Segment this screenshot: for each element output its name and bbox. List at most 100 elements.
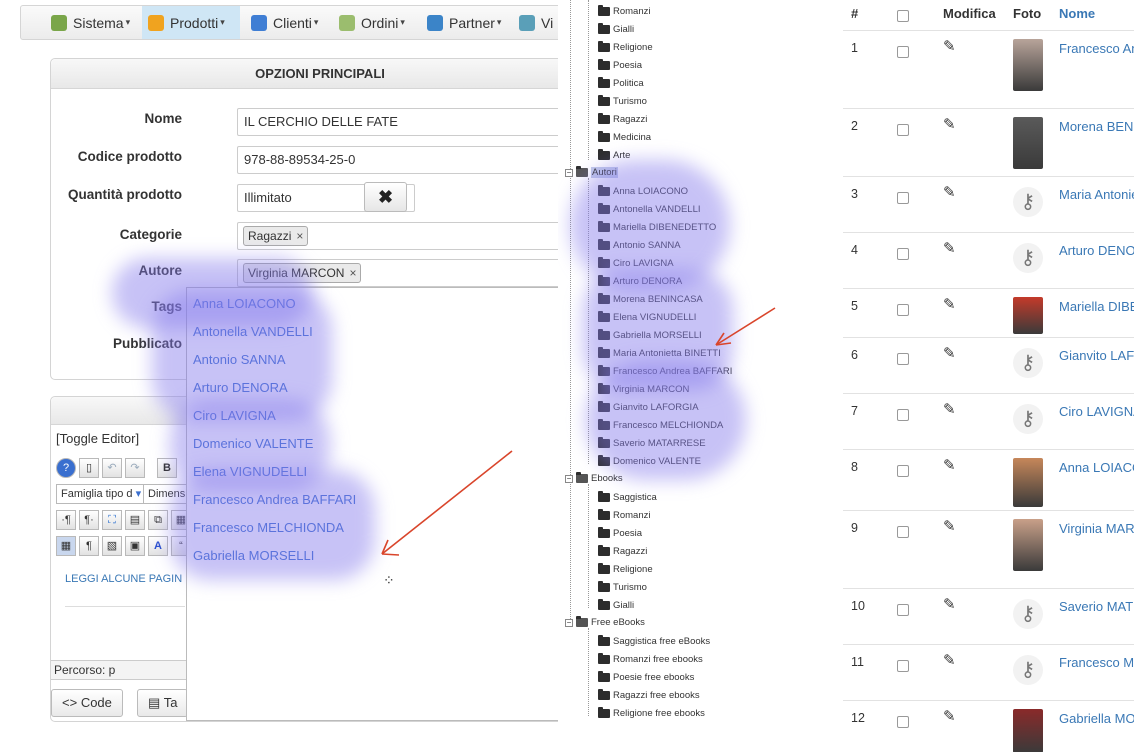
row-checkbox[interactable] xyxy=(897,526,909,538)
tree-node-author[interactable]: Antonella VANDELLI xyxy=(598,203,701,216)
tree-node-author[interactable]: Gabriella MORSELLI xyxy=(598,329,702,342)
row-checkbox[interactable] xyxy=(897,304,909,316)
author-name-link[interactable]: Saverio MAT xyxy=(1059,599,1133,614)
rtl-icon[interactable]: ¶· xyxy=(79,510,99,530)
edit-pencil-icon[interactable]: ✎ xyxy=(943,651,956,669)
edit-pencil-icon[interactable]: ✎ xyxy=(943,37,956,55)
menu-partner[interactable]: Partner ▾ xyxy=(421,6,507,39)
tree-node-author[interactable]: Saverio MATARRESE xyxy=(598,437,706,450)
dropdown-item[interactable]: Anna LOIACONO xyxy=(193,296,296,311)
row-checkbox[interactable] xyxy=(897,716,909,728)
edit-pencil-icon[interactable]: ✎ xyxy=(943,239,956,257)
tree-node[interactable]: Romanzi xyxy=(598,5,651,18)
dropdown-item[interactable]: Ciro LAVIGNA xyxy=(193,408,276,423)
toggle-editor-link[interactable]: [Toggle Editor] xyxy=(56,431,139,446)
clear-quantity-button[interactable]: ✖ xyxy=(364,182,407,212)
nome-input[interactable]: IL CERCHIO DELLE FATE xyxy=(237,108,558,136)
author-name-link[interactable]: Maria Antonie xyxy=(1059,187,1134,202)
row-checkbox[interactable] xyxy=(897,660,909,672)
row-checkbox[interactable] xyxy=(897,124,909,136)
menu-prodotti[interactable]: Prodotti ▾ xyxy=(142,6,240,39)
tree-node-author[interactable]: Arturo DENORA xyxy=(598,275,682,288)
remove-tag-icon[interactable]: × xyxy=(349,266,356,280)
author-name-link[interactable]: Anna LOIACO xyxy=(1059,460,1134,475)
tree-node-author[interactable]: Elena VIGNUDELLI xyxy=(598,311,696,324)
code-icon[interactable]: ⧉ xyxy=(148,510,168,530)
dropdown-item[interactable]: Francesco Andrea BAFFARI xyxy=(193,492,356,507)
text-color-icon[interactable]: A xyxy=(148,536,168,556)
fullscreen-icon[interactable]: ⛶ xyxy=(102,510,122,530)
tree-node[interactable]: Saggistica free eBooks xyxy=(598,635,710,648)
tree-node[interactable]: Religione free ebooks xyxy=(598,707,705,720)
tree-node[interactable]: Ragazzi xyxy=(598,113,647,126)
tree-node[interactable]: Romanzi free ebooks xyxy=(598,653,703,666)
tree-node-author[interactable]: Gianvito LAFORGIA xyxy=(598,401,699,414)
tree-node-author[interactable]: Morena BENINCASA xyxy=(598,293,703,306)
tree-node-author[interactable]: Maria Antonietta BINETTI xyxy=(598,347,721,360)
remove-tag-icon[interactable]: × xyxy=(296,229,303,243)
table-button[interactable]: ▤ Ta xyxy=(137,689,189,717)
tree-node-author[interactable]: Anna LOIACONO xyxy=(598,185,688,198)
new-document-icon[interactable]: ▯ xyxy=(79,458,99,478)
edit-pencil-icon[interactable]: ✎ xyxy=(943,295,956,313)
menu-clienti[interactable]: Clienti ▾ xyxy=(245,6,324,39)
tree-node[interactable]: Politica xyxy=(598,77,644,90)
row-checkbox[interactable] xyxy=(897,465,909,477)
dropdown-item[interactable]: Antonio SANNA xyxy=(193,352,286,367)
tree-node[interactable]: Arte xyxy=(598,149,630,162)
edit-pencil-icon[interactable]: ✎ xyxy=(943,183,956,201)
edit-pencil-icon[interactable]: ✎ xyxy=(943,400,956,418)
tree-node[interactable]: Medicina xyxy=(598,131,651,144)
edit-pencil-icon[interactable]: ✎ xyxy=(943,595,956,613)
visual-aid-icon[interactable]: ▦ xyxy=(56,536,76,556)
codice-input[interactable]: 978-88-89534-25-0 xyxy=(237,146,558,174)
edit-pencil-icon[interactable]: ✎ xyxy=(943,115,956,133)
collapse-toggle-icon[interactable]: − xyxy=(565,618,573,627)
tree-node-author[interactable]: Francesco Andrea BAFFARI xyxy=(598,365,732,378)
tree-node[interactable]: Turismo xyxy=(598,95,647,108)
author-name-link[interactable]: Gianvito LAF xyxy=(1059,348,1134,363)
tree-node-autori[interactable]: − Autori xyxy=(565,166,618,179)
tree-node-author[interactable]: Antonio SANNA xyxy=(598,239,681,252)
tree-node-author[interactable]: Mariella DIBENEDETTO xyxy=(598,221,716,234)
row-checkbox[interactable] xyxy=(897,353,909,365)
tree-node-author[interactable]: Ciro LAVIGNA xyxy=(598,257,674,270)
dropdown-item[interactable]: Antonella VANDELLI xyxy=(193,324,313,339)
font-family-select[interactable]: Famiglia tipo d ▾ xyxy=(56,484,146,504)
col-nome[interactable]: Nome xyxy=(1059,6,1095,21)
edit-pencil-icon[interactable]: ✎ xyxy=(943,517,956,535)
edit-pencil-icon[interactable]: ✎ xyxy=(943,344,956,362)
tree-node[interactable]: Gialli xyxy=(598,23,634,36)
tree-node[interactable]: Poesia xyxy=(598,527,642,540)
menu-ordini[interactable]: Ordini ▾ xyxy=(333,6,411,39)
tree-node[interactable]: Poesie free ebooks xyxy=(598,671,694,684)
code-button[interactable]: <> Code xyxy=(51,689,123,717)
menu-sistema[interactable]: Sistema ▾ xyxy=(45,6,136,39)
help-icon[interactable]: ? xyxy=(56,458,76,478)
author-name-link[interactable]: Ciro LAVIGNA xyxy=(1059,404,1134,419)
dropdown-item[interactable]: Gabriella MORSELLI xyxy=(193,548,314,563)
tree-node[interactable]: Romanzi xyxy=(598,509,651,522)
tree-node[interactable]: Ragazzi free ebooks xyxy=(598,689,700,702)
tree-node[interactable]: Turismo xyxy=(598,581,647,594)
collapse-toggle-icon[interactable]: − xyxy=(565,474,573,483)
pilcrow-icon[interactable]: ¶ xyxy=(79,536,99,556)
tree-node-free-ebooks[interactable]: − Free eBooks xyxy=(565,616,645,629)
tree-node[interactable]: Saggistica xyxy=(598,491,657,504)
image-icon[interactable]: ▣ xyxy=(125,536,145,556)
bold-icon[interactable]: B xyxy=(157,458,177,478)
tree-node-author[interactable]: Domenico VALENTE xyxy=(598,455,701,468)
row-checkbox[interactable] xyxy=(897,192,909,204)
author-name-link[interactable]: Virginia MAR xyxy=(1059,521,1134,536)
dropdown-item[interactable]: Elena VIGNUDELLI xyxy=(193,464,307,479)
row-checkbox[interactable] xyxy=(897,604,909,616)
dropdown-item[interactable]: Arturo DENORA xyxy=(193,380,288,395)
author-name-link[interactable]: Francesco M xyxy=(1059,655,1134,670)
template-icon[interactable]: ▧ xyxy=(102,536,122,556)
tree-node[interactable]: Poesia xyxy=(598,59,642,72)
tree-node[interactable]: Religione xyxy=(598,563,653,576)
tree-node-ebooks[interactable]: − Ebooks xyxy=(565,472,623,485)
tree-node[interactable]: Religione xyxy=(598,41,653,54)
ltr-icon[interactable]: ·¶ xyxy=(56,510,76,530)
dropdown-item[interactable]: Francesco MELCHIONDA xyxy=(193,520,344,535)
